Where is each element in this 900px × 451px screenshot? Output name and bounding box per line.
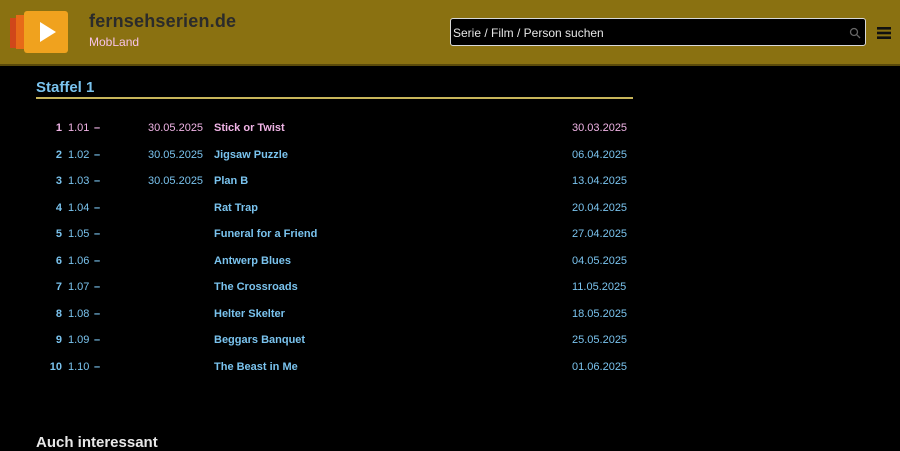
episode-dash: – [94, 334, 101, 346]
episode-stream-date: 30.05.2025 [148, 122, 204, 134]
season-title[interactable]: Staffel 1 [36, 79, 94, 96]
episode-row[interactable]: 2 1.02– 30.05.2025 Jigsaw Puzzle 06.04.2025 [0, 143, 640, 165]
episode-code: 1.04 [68, 201, 90, 214]
site-header: fernsehserien.de MobLand Serie / Film / … [0, 0, 900, 64]
episode-row[interactable]: 3 1.03– 30.05.2025 Plan B 13.04.2025 [0, 169, 640, 191]
episode-row[interactable]: 4 1.04– Rat Trap 20.04.2025 [0, 196, 640, 218]
episode-row[interactable]: 8 1.08– Helter Skelter 18.05.2025 [0, 302, 640, 324]
search-icon[interactable] [849, 27, 861, 39]
episode-code: 1.03 [68, 175, 90, 187]
episode-code: 1.08 [68, 307, 90, 320]
search-input[interactable]: Serie / Film / Person suchen [450, 18, 866, 46]
episode-row[interactable]: 6 1.06– Antwerp Blues 04.05.2025 [0, 249, 640, 271]
episode-number: 5 [55, 228, 62, 240]
episode-code: 1.05 [68, 228, 90, 240]
episode-title[interactable]: Funeral for a Friend [214, 228, 317, 240]
episode-dash: – [94, 122, 101, 134]
episode-code: 1.07 [68, 281, 90, 293]
episode-airdate: 20.04.2025 [572, 201, 628, 214]
episode-airdate: 11.05.2025 [572, 281, 627, 293]
episode-number: 10 [49, 360, 62, 373]
episode-title[interactable]: The Beast in Me [214, 361, 298, 373]
episode-title[interactable]: Rat Trap [214, 202, 258, 214]
episode-row[interactable]: 9 1.09– Beggars Banquet 25.05.2025 [0, 328, 640, 350]
episode-dash: – [94, 281, 101, 293]
episode-code: 1.01 [68, 122, 90, 134]
episode-title[interactable]: Plan B [214, 175, 248, 187]
episode-airdate: 30.03.2025 [572, 122, 628, 134]
episode-airdate: 25.05.2025 [572, 334, 628, 346]
episode-code: 1.02 [68, 148, 90, 161]
episode-number: 6 [55, 254, 62, 267]
play-logo-icon[interactable] [10, 10, 72, 54]
episode-dash: – [94, 254, 101, 267]
episode-airdate: 04.05.2025 [572, 254, 628, 267]
episode-dash: – [94, 148, 101, 161]
episode-title[interactable]: Beggars Banquet [214, 334, 305, 346]
header-divider [0, 64, 900, 66]
episode-number: 7 [55, 281, 62, 293]
episode-title[interactable]: The Crossroads [214, 281, 298, 293]
episode-airdate: 13.04.2025 [572, 175, 628, 187]
episode-title[interactable]: Helter Skelter [214, 308, 285, 320]
search-placeholder: Serie / Film / Person suchen [453, 26, 604, 40]
episode-row[interactable]: 5 1.05– Funeral for a Friend 27.04.2025 [0, 222, 640, 244]
episode-code: 1.06 [68, 254, 90, 267]
menu-icon[interactable] [877, 26, 891, 40]
episode-title[interactable]: Stick or Twist [214, 122, 285, 134]
episode-number: 4 [55, 201, 62, 214]
show-name[interactable]: MobLand [89, 35, 139, 49]
episode-title[interactable]: Jigsaw Puzzle [214, 149, 288, 161]
episode-dash: – [94, 228, 101, 240]
episode-dash: – [94, 307, 101, 320]
episode-airdate: 18.05.2025 [572, 307, 628, 320]
episode-dash: – [94, 360, 101, 373]
episode-number: 3 [55, 175, 62, 187]
episode-row[interactable]: 1 1.01– 30.05.2025 Stick or Twist 30.03.2025 [0, 116, 640, 138]
season-divider [36, 97, 633, 99]
episode-title[interactable]: Antwerp Blues [214, 255, 291, 267]
episode-airdate: 27.04.2025 [572, 228, 628, 240]
episode-row[interactable]: 10 1.10– The Beast in Me 01.06.2025 [0, 355, 640, 377]
episode-airdate: 01.06.2025 [572, 360, 628, 373]
also-interesting-heading: Auch interessant [36, 434, 158, 451]
site-name[interactable]: fernsehserien.de [89, 11, 236, 32]
episode-dash: – [94, 201, 101, 214]
episode-number: 9 [55, 334, 62, 346]
episode-row[interactable]: 7 1.07– The Crossroads 11.05.2025 [0, 275, 640, 297]
episode-airdate: 06.04.2025 [572, 148, 628, 161]
episode-stream-date: 30.05.2025 [148, 148, 204, 161]
episode-dash: – [94, 175, 101, 187]
episode-stream-date: 30.05.2025 [148, 175, 204, 187]
episode-code: 1.10 [68, 360, 90, 373]
episode-number: 8 [55, 307, 62, 320]
episode-code: 1.09 [68, 334, 90, 346]
episode-number: 1 [55, 122, 62, 134]
episode-number: 2 [55, 148, 62, 161]
